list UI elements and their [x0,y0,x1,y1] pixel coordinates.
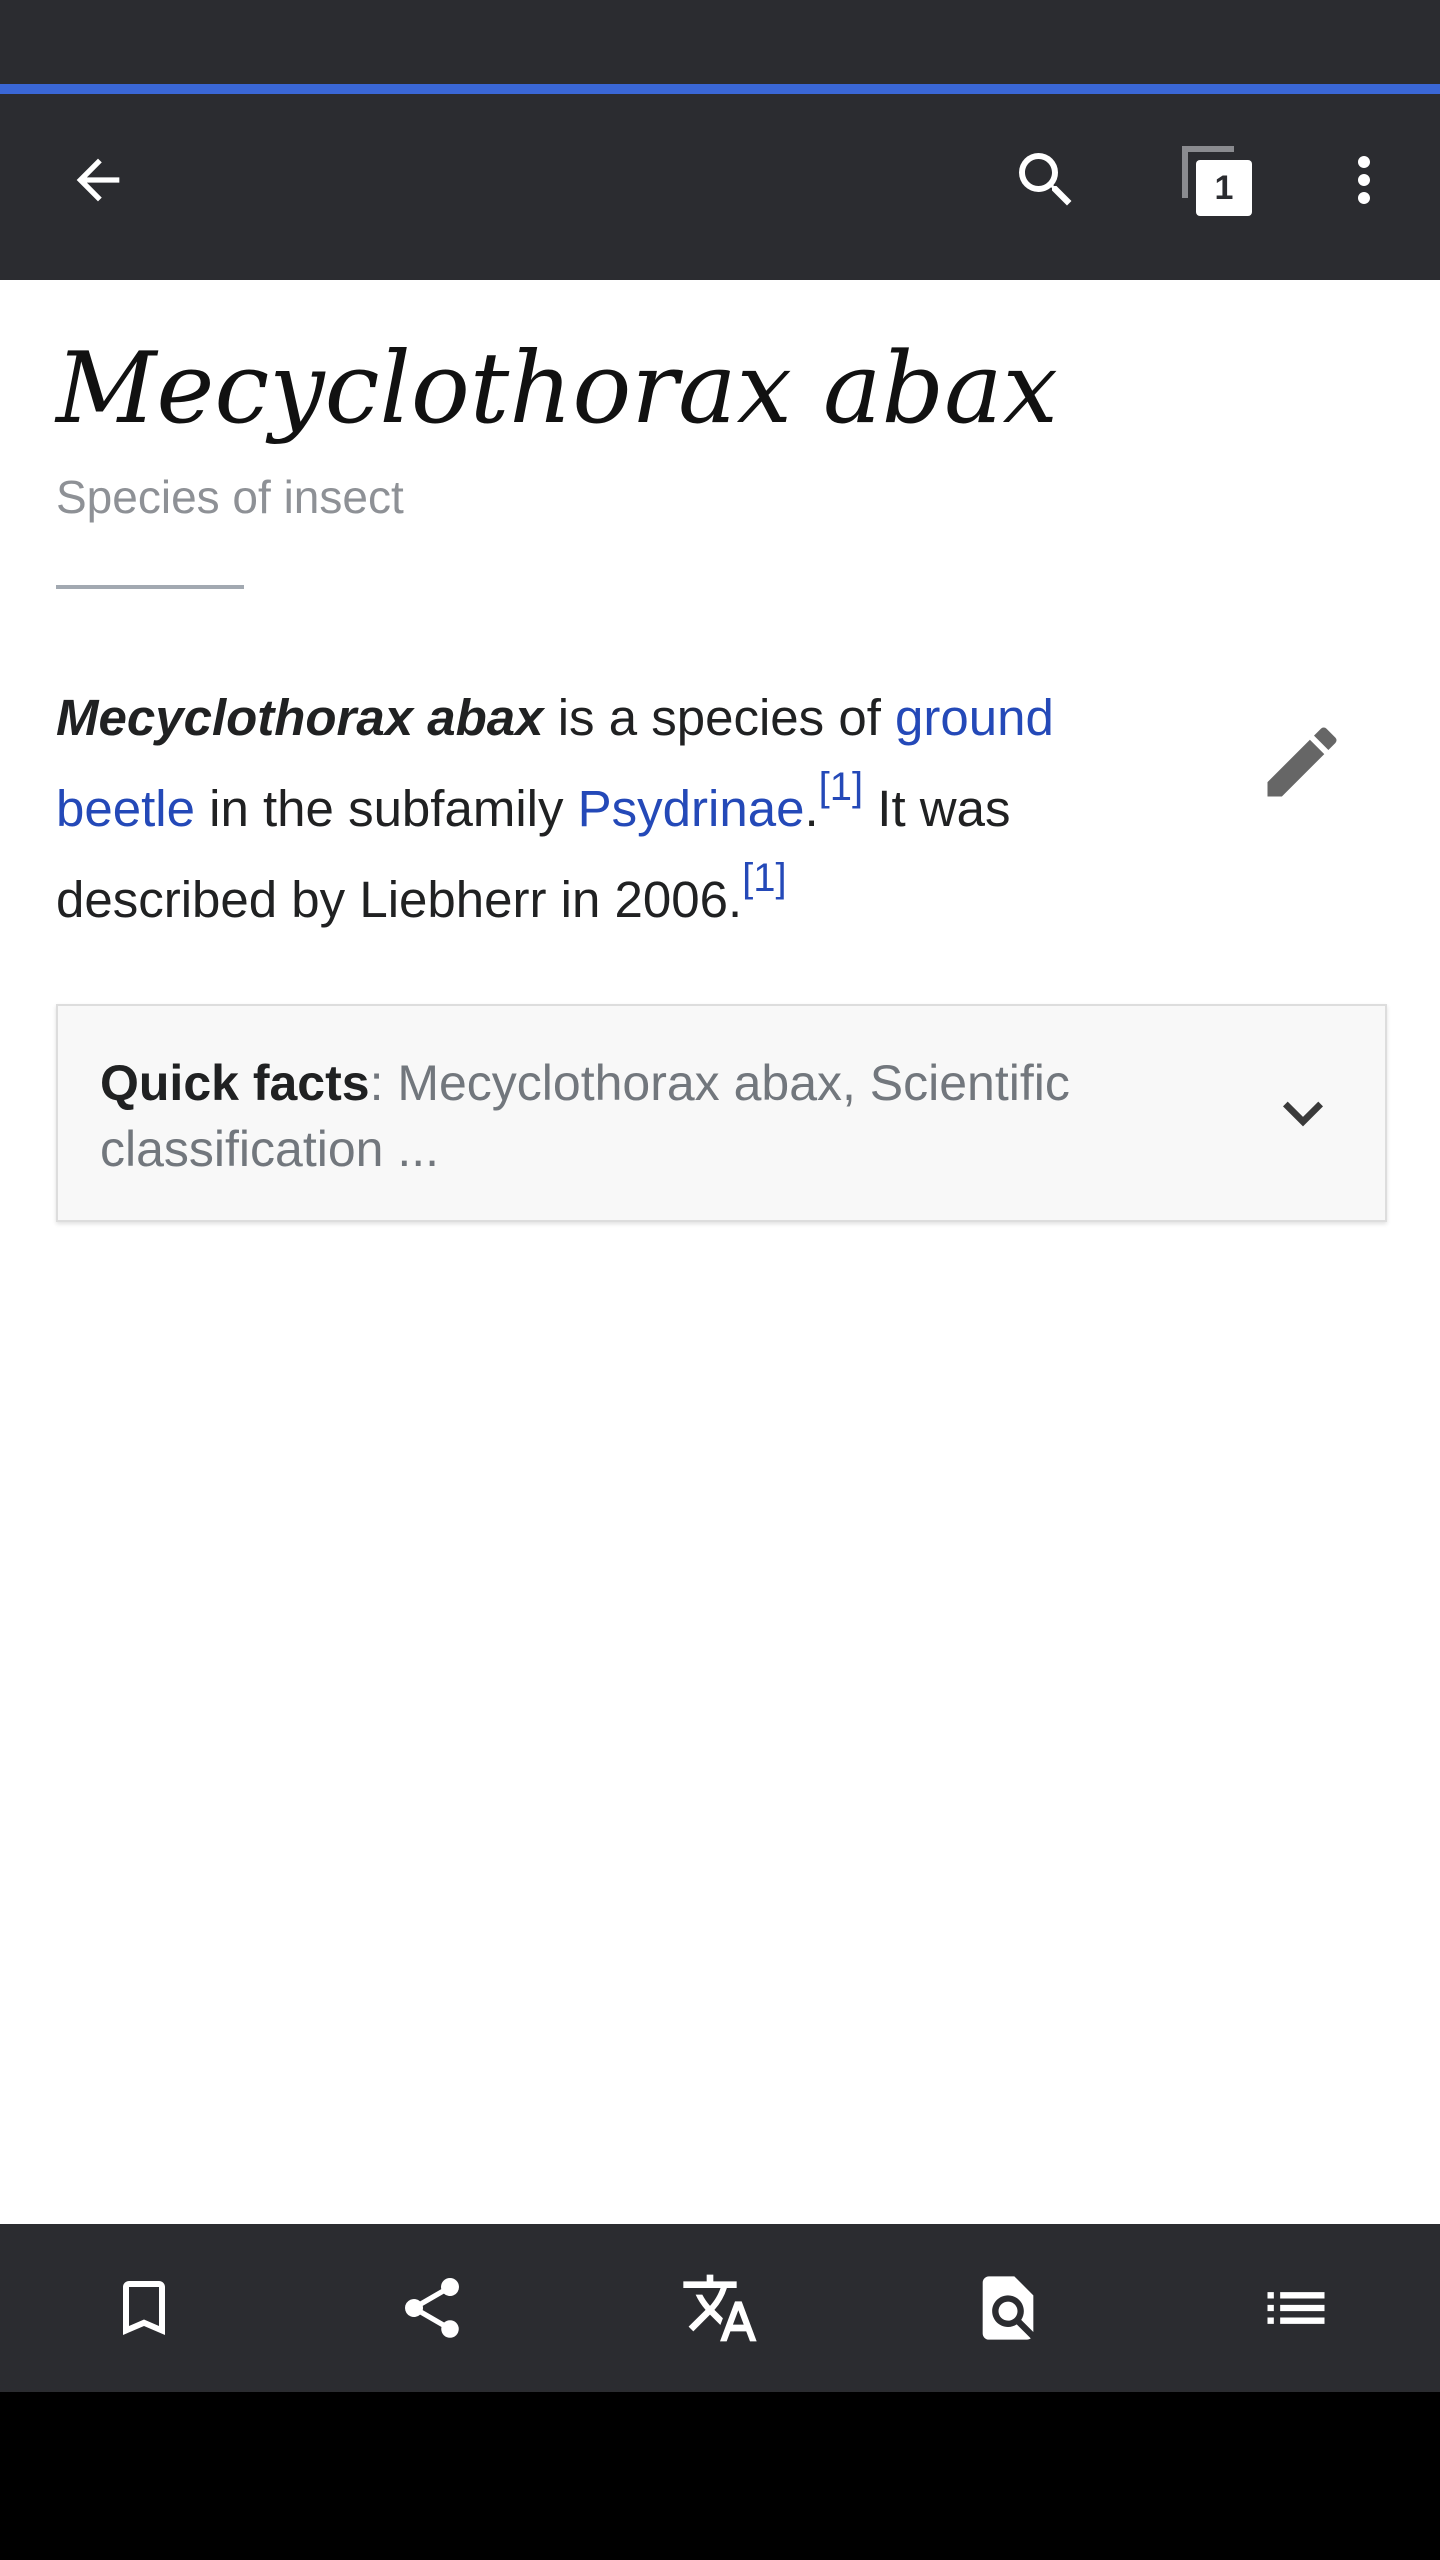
link-psydrinae[interactable]: Psydrinae [578,780,805,837]
tabs-icon: 1 [1180,144,1252,216]
contents-list-icon [1267,2292,1325,2324]
lead-paragraph: Mecyclothorax abax is a species of groun… [56,672,1136,945]
page-title: Mecyclothorax abax [56,332,1058,446]
app-toolbar: 1 [0,94,1440,280]
pencil-icon [1267,727,1337,797]
title-divider [56,585,244,589]
lead-text: is a species of [543,689,896,746]
bottom-toolbar [0,2224,1440,2392]
back-button[interactable] [48,130,148,230]
reference-link[interactable]: [1] [742,858,786,928]
search-icon [1019,153,1072,206]
page-load-progress [0,84,1440,94]
arrow-left-icon [76,158,120,202]
tabs-button[interactable]: 1 [1166,130,1266,230]
overflow-menu-button[interactable] [1314,130,1414,230]
find-in-page-icon [982,2276,1034,2340]
edit-button[interactable] [1252,712,1352,812]
save-button[interactable] [94,2258,194,2358]
reference-link[interactable]: [1] [819,767,863,837]
page-description: Species of insect [56,471,404,523]
system-navigation-bar [0,2392,1440,2560]
expand-button[interactable] [1258,1068,1348,1158]
translate-icon [683,2274,757,2342]
quick-facts-label: Quick facts [100,1055,370,1111]
quick-facts-box[interactable]: Quick facts: Mecyclothorax abax, Scienti… [56,1004,1387,1222]
more-vert-icon [1358,156,1370,204]
article-content: Mecyclothorax abax Species of insect Mec… [0,280,1440,2224]
find-in-page-button[interactable] [958,2258,1058,2358]
search-button[interactable] [996,130,1096,230]
tabs-count: 1 [1196,160,1252,216]
share-button[interactable] [382,2258,482,2358]
lead-text: . [804,780,819,837]
lead-bold-name: Mecyclothorax abax [56,689,544,746]
share-icon [404,2278,460,2338]
contents-button[interactable] [1246,2258,1346,2358]
chevron-down-icon [1283,1101,1323,1127]
quick-facts-text: Quick facts: Mecyclothorax abax, Scienti… [100,1050,1220,1182]
bookmark-icon [123,2281,165,2335]
status-bar [0,0,1440,84]
language-button[interactable] [670,2258,770,2358]
lead-text: in the subfamily [194,780,578,837]
